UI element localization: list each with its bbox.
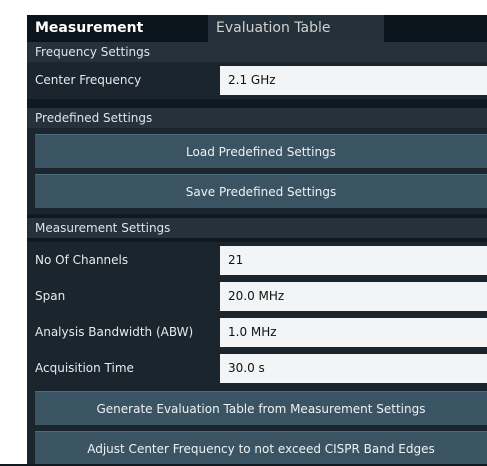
row-analysis-bandwidth: Analysis Bandwidth (ABW) 1.0 MHz [27, 314, 487, 351]
row-no-of-channels: No Of Channels 21 [27, 242, 487, 279]
section-header-frequency: Frequency Settings [27, 42, 487, 62]
no-of-channels-label: No Of Channels [35, 253, 129, 267]
row-acquisition-time: Acquisition Time 30.0 s [27, 350, 487, 387]
top-margin [0, 0, 487, 15]
row-center-frequency: Center Frequency 2.1 GHz [27, 62, 487, 99]
generate-evaluation-table-button[interactable]: Generate Evaluation Table from Measureme… [35, 391, 487, 425]
adjust-center-frequency-button[interactable]: Adjust Center Frequency to not exceed CI… [35, 431, 487, 464]
no-of-channels-field[interactable]: 21 [220, 246, 487, 275]
section-header-measurement: Measurement Settings [27, 218, 487, 238]
acquisition-time-field[interactable]: 30.0 s [220, 354, 487, 383]
left-margin [0, 0, 27, 464]
tab-evaluation-table[interactable]: Evaluation Table [208, 15, 384, 42]
span-field[interactable]: 20.0 MHz [220, 282, 487, 311]
analysis-bandwidth-field[interactable]: 1.0 MHz [220, 318, 487, 347]
center-frequency-field[interactable]: 2.1 GHz [220, 66, 487, 95]
tab-measurement-settings[interactable]: Measurement Settings [27, 15, 208, 63]
center-frequency-label: Center Frequency [35, 73, 142, 87]
acquisition-time-label: Acquisition Time [35, 361, 134, 375]
load-predefined-settings-button[interactable]: Load Predefined Settings [35, 134, 487, 168]
row-span: Span 20.0 MHz [27, 278, 487, 315]
section-header-predefined: Predefined Settings [27, 108, 487, 128]
save-predefined-settings-button[interactable]: Save Predefined Settings [35, 174, 487, 208]
span-label: Span [35, 289, 66, 303]
tab-bar: Measurement Settings Evaluation Table [27, 15, 487, 63]
analysis-bandwidth-label: Analysis Bandwidth (ABW) [35, 325, 194, 339]
